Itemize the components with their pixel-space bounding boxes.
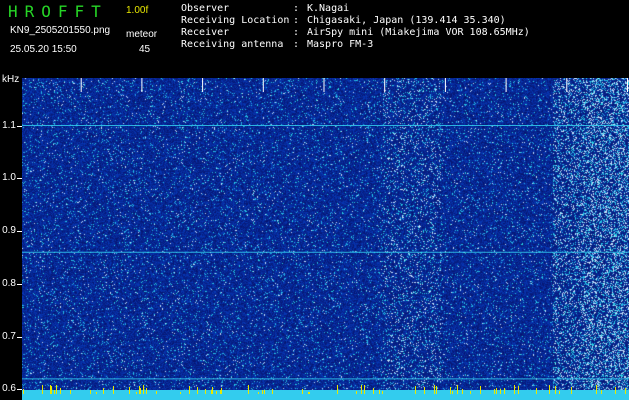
info-row-receiver: Receiver : AirSpy mini (Miakejima VOR 10…: [181, 27, 530, 38]
info-value: AirSpy mini (Miakejima VOR 108.65MHz): [307, 27, 530, 38]
timestamp-label: 25.05.20 15:50: [10, 44, 77, 55]
info-label: Receiver: [181, 27, 230, 38]
hrofft-window: HROFFT 1.00f KN9_2505201550.png meteor 2…: [0, 0, 629, 400]
version-label: 1.00f: [126, 5, 149, 16]
info-value: Maspro FM-3: [307, 39, 374, 50]
info-row-antenna: Receiving antenna : Maspro FM-3: [181, 39, 374, 50]
filename-label: KN9_2505201550.png: [10, 25, 111, 36]
spectrogram-plot: [22, 78, 629, 400]
y-tick-label: 0.9: [2, 225, 16, 237]
info-row-observer: Observer : K.Nagai: [181, 3, 350, 14]
header-left: HROFFT 1.00f KN9_2505201550.png meteor 2…: [8, 2, 158, 70]
waterfall-canvas: [22, 78, 629, 400]
y-tick-label: 0.6: [2, 383, 16, 395]
y-axis-unit: kHz: [2, 74, 20, 85]
y-tick-label: 0.7: [2, 330, 16, 342]
info-label: Receiving antenna: [181, 39, 284, 50]
station-info: Observer : K.Nagai Receiving Location : …: [181, 3, 530, 51]
meteor-label: meteor: [126, 29, 158, 40]
info-row-location: Receiving Location : Chigasaki, Japan (1…: [181, 15, 506, 26]
info-value: Chigasaki, Japan (139.414 35.340): [307, 15, 506, 26]
info-label: Observer: [181, 3, 230, 14]
y-tick-label: 0.8: [2, 277, 16, 289]
info-value: K.Nagai: [307, 3, 350, 14]
info-label: Receiving Location: [181, 15, 290, 26]
y-tick-label: 1.0: [2, 172, 16, 184]
meteor-count: 45: [139, 44, 151, 55]
app-title: HROFFT: [8, 2, 108, 21]
y-tick-label: 1.1: [2, 119, 16, 131]
